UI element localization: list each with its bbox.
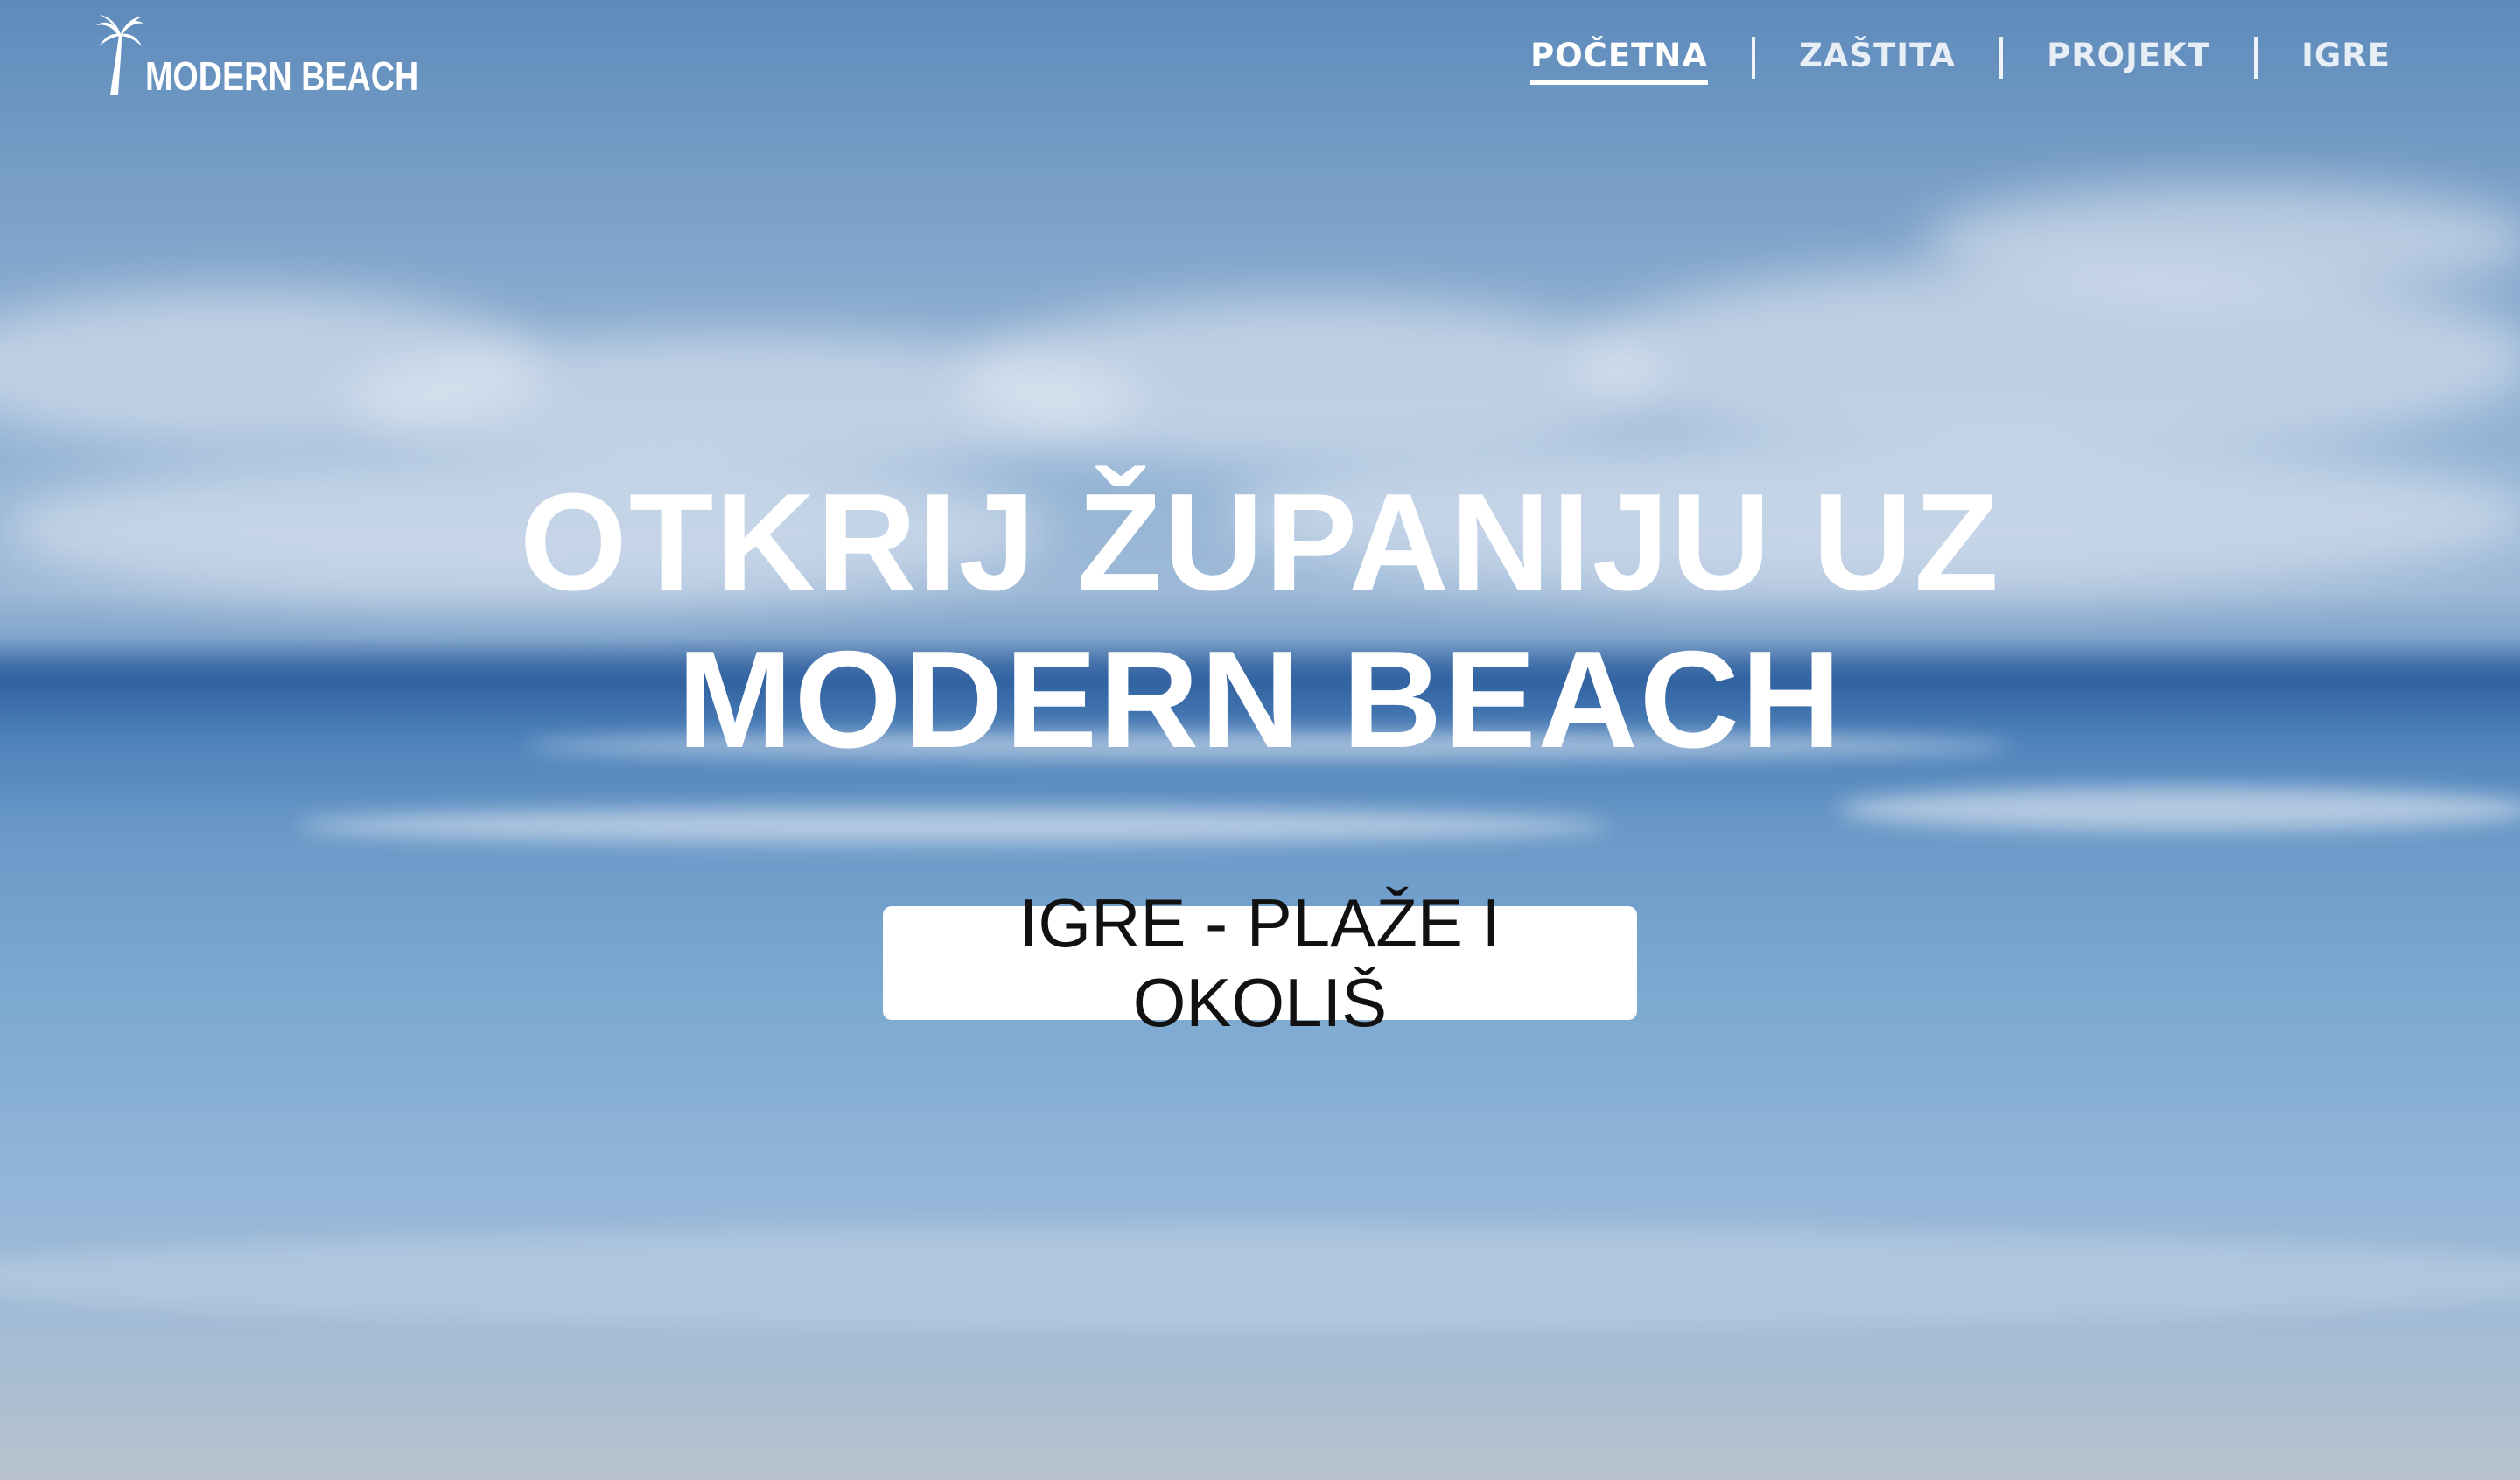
nav-separator (1751, 36, 1755, 79)
nav-item-igre[interactable]: IGRE (2301, 30, 2390, 85)
hero-headline: OTKRIJ ŽUPANIJU UZ MODERN BEACH (0, 464, 2520, 778)
hero-section: MODERN BEACH POČETNA ZAŠTITA PROJEKT IGR… (0, 0, 2520, 1480)
palm-tree-icon (94, 15, 144, 101)
logo-text: MODERN BEACH (145, 53, 419, 99)
brand-logo[interactable]: MODERN BEACH (94, 15, 479, 101)
nav-item-projekt[interactable]: PROJEKT (2047, 30, 2210, 85)
nav-item-zastita[interactable]: ZAŠTITA (1799, 30, 1956, 85)
nav-separator (1999, 36, 2004, 79)
headline-line-2: MODERN BEACH (677, 623, 1843, 777)
main-navigation: POČETNA ZAŠTITA PROJEKT IGRE (1530, 30, 2390, 85)
headline-line-1: OTKRIJ ŽUPANIJU UZ (519, 465, 2001, 619)
games-cta-button[interactable]: IGRE - PLAŽE I OKOLIŠ (883, 884, 1637, 1041)
nav-item-pocetna[interactable]: POČETNA (1530, 30, 1708, 85)
nav-separator (2254, 36, 2258, 79)
